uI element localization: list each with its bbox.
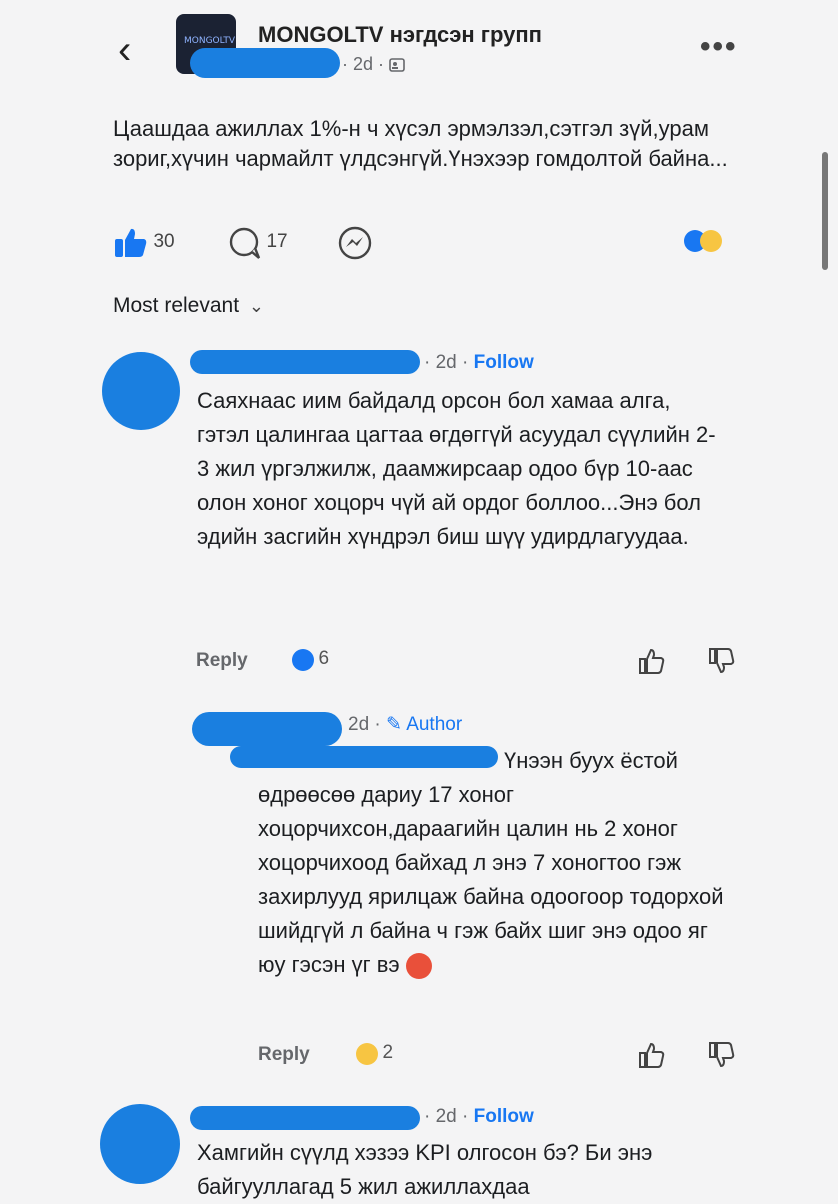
comment-timestamp: · 2d · <box>424 352 469 373</box>
like-comment-icon[interactable] <box>636 646 666 676</box>
pencil-icon: ✎ <box>386 714 402 735</box>
like-count: 30 <box>153 231 175 253</box>
commenter-avatar[interactable] <box>100 1104 180 1184</box>
group-title[interactable]: MONGOLTV нэгдсэн групп <box>258 22 542 48</box>
follow-button[interactable]: Follow <box>474 1106 534 1127</box>
comment-text: Саяхнаас иим байдалд орсон бол хамаа алг… <box>197 388 716 549</box>
scrollbar[interactable] <box>822 152 828 270</box>
group-privacy-icon <box>389 58 405 73</box>
dislike-comment-icon[interactable] <box>706 1040 736 1070</box>
reply-button[interactable]: Reply <box>258 1044 310 1066</box>
like-comment-icon[interactable] <box>636 1040 666 1070</box>
comment-sort-dropdown[interactable]: Most relevant ⌄ <box>113 294 264 318</box>
reaction-count: 2 <box>382 1042 394 1063</box>
reply-text-body: өдрөөсөө дариу 17 хоног хоцорчихсон,дара… <box>258 782 724 977</box>
reply-meta: 2d · ✎ Author <box>348 713 462 736</box>
more-options-icon[interactable]: ••• <box>700 30 738 64</box>
redacted-author-avatar-name <box>192 712 342 746</box>
comment-meta: · 2d · Follow <box>424 352 534 374</box>
thumbs-up-icon <box>115 228 147 257</box>
follow-button[interactable]: Follow <box>474 352 534 373</box>
reply-timestamp: 2d · <box>348 714 381 735</box>
post-text: Цаашдаа ажиллах 1%-н ч хүсэл эрмэлзэл,сэ… <box>113 116 728 171</box>
chevron-down-icon: ⌄ <box>248 296 264 316</box>
reaction-count: 6 <box>318 648 330 669</box>
comment-text: Хамгийн сүүлд хэзээ KPI олгосон бэ? Би э… <box>197 1140 653 1199</box>
redacted-reply-text <box>230 746 498 768</box>
group-thumbnail-label: MONGOLTV <box>184 36 236 46</box>
redacted-commenter-name <box>190 1106 420 1130</box>
reactions-summary[interactable] <box>684 230 722 252</box>
messenger-share-icon[interactable] <box>336 224 374 267</box>
author-badge: Author <box>406 714 463 735</box>
reply-text-first-line: Үнээн буух ёстой <box>504 748 678 773</box>
comment-timestamp: · 2d · <box>424 1106 469 1127</box>
dislike-comment-icon[interactable] <box>706 646 736 676</box>
comment-meta: · 2d · Follow <box>424 1106 534 1128</box>
like-count-group[interactable]: 30 <box>113 226 175 260</box>
comment-reactions[interactable]: 6 <box>292 648 329 671</box>
like-reaction-icon <box>292 648 314 671</box>
post-meta: · 2d · <box>342 54 405 75</box>
comment-bubble-icon <box>229 227 261 259</box>
reply-reactions[interactable]: 2 <box>356 1042 393 1065</box>
sort-label: Most relevant <box>113 294 240 317</box>
back-chevron-icon[interactable]: ‹ <box>118 30 131 70</box>
redacted-author-name <box>190 48 340 78</box>
reply-button[interactable]: Reply <box>196 650 248 672</box>
comment-count-group[interactable]: 17 <box>228 226 288 260</box>
commenter-avatar[interactable] <box>102 352 180 430</box>
sad-reaction-icon <box>356 1042 378 1065</box>
reply-text: өдрөөсөө дариу 17 хоног хоцорчихсон,дара… <box>258 778 728 982</box>
comment-count: 17 <box>266 231 288 253</box>
sad-reaction-icon <box>700 230 722 252</box>
redacted-commenter-name <box>190 350 420 374</box>
post-timestamp: · 2d · <box>342 54 385 74</box>
angry-emoji-icon <box>405 953 432 980</box>
